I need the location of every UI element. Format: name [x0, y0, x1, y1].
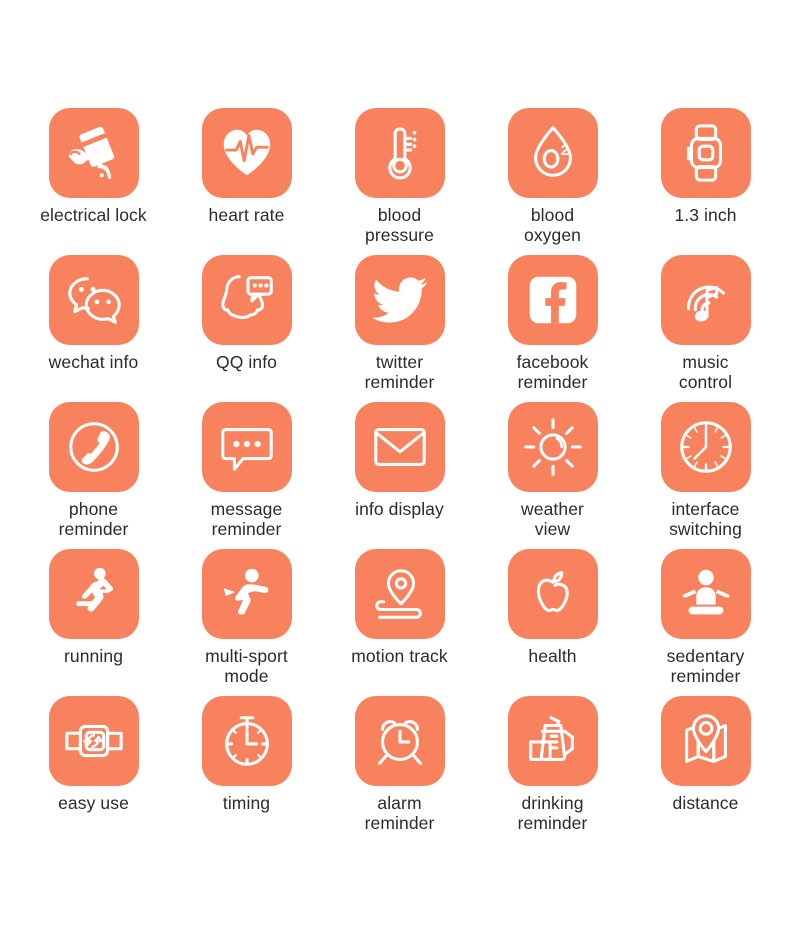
feature-item-info-display: info display	[323, 402, 476, 549]
feature-item-heart-rate: heart rate	[170, 108, 323, 255]
feature-label: sedentary reminder	[666, 646, 745, 687]
feature-item-sedentary-reminder: sedentary reminder	[629, 549, 782, 696]
clock-face-icon	[660, 402, 751, 492]
feature-row: easy use timing alarm reminder drinking …	[0, 696, 800, 843]
feature-item-screen-size: 1.3 inch	[629, 108, 782, 255]
feature-item-message-reminder: message reminder	[170, 402, 323, 549]
feature-label: wechat info	[48, 352, 139, 372]
qq-penguin-icon	[201, 255, 292, 345]
feature-label: facebook reminder	[516, 352, 589, 393]
feature-item-phone-reminder: phone reminder	[17, 402, 170, 549]
feature-row: running multi-sport mode motion track he…	[0, 549, 800, 696]
phone-handset-circle-icon	[48, 402, 139, 492]
feature-label: heart rate	[208, 205, 285, 225]
feature-item-electrical-lock: electrical lock	[17, 108, 170, 255]
water-kettle-icon	[507, 696, 598, 786]
feature-item-facebook-reminder: facebook reminder	[476, 255, 629, 402]
feature-label: music control	[678, 352, 733, 393]
feature-item-music-control: music control	[629, 255, 782, 402]
wechat-icon	[48, 255, 139, 345]
feature-item-motion-track: motion track	[323, 549, 476, 696]
heart-pulse-icon	[201, 108, 292, 198]
feature-label: multi-sport mode	[205, 646, 288, 687]
feature-label: running	[63, 646, 124, 666]
feature-item-interface-switching: interface switching	[629, 402, 782, 549]
feature-label: blood oxygen	[523, 205, 582, 246]
facebook-icon	[507, 255, 598, 345]
feature-item-easy-use: easy use	[17, 696, 170, 843]
music-note-waves-icon	[660, 255, 751, 345]
feature-item-qq-info: QQ info	[170, 255, 323, 402]
feature-item-alarm-reminder: alarm reminder	[323, 696, 476, 843]
feature-label: QQ info	[215, 352, 277, 372]
feature-item-blood-oxygen: 2 blood oxygen	[476, 108, 629, 255]
map-pin-track-icon	[354, 549, 445, 639]
feature-item-weather-view: weather view	[476, 402, 629, 549]
card-swipe-nfc-icon	[48, 108, 139, 198]
feature-grid-rows: electrical lock heart rate blood pressur…	[0, 108, 800, 843]
feature-row: wechat info QQ info twitter reminder fac…	[0, 255, 800, 402]
feature-label: drinking reminder	[517, 793, 588, 834]
feature-label: interface switching	[669, 499, 742, 540]
feature-item-multi-sport-mode: multi-sport mode	[170, 549, 323, 696]
thermometer-icon	[354, 108, 445, 198]
blood-drop-o2-icon: 2	[507, 108, 598, 198]
stopwatch-icon	[201, 696, 292, 786]
feature-label: health	[528, 646, 577, 666]
feature-item-running: running	[17, 549, 170, 696]
feature-label: 1.3 inch	[674, 205, 737, 225]
feature-grid: electrical lock heart rate blood pressur…	[0, 0, 800, 939]
sun-icon	[507, 402, 598, 492]
envelope-icon	[354, 402, 445, 492]
running-person-icon	[48, 549, 139, 639]
feature-item-wechat-info: wechat info	[17, 255, 170, 402]
speech-bubble-dots-icon	[201, 402, 292, 492]
feature-item-blood-pressure: blood pressure	[323, 108, 476, 255]
feature-item-twitter-reminder: twitter reminder	[323, 255, 476, 402]
feature-label: motion track	[351, 646, 448, 666]
feature-item-health: health	[476, 549, 629, 696]
feature-item-timing: timing	[170, 696, 323, 843]
seated-person-icon	[660, 549, 751, 639]
feature-label: phone reminder	[58, 499, 129, 540]
feature-label: easy use	[58, 793, 129, 813]
feature-label: timing	[222, 793, 271, 813]
feature-label: message reminder	[210, 499, 283, 540]
feature-label: twitter reminder	[364, 352, 435, 393]
feature-label: alarm reminder	[364, 793, 435, 834]
feature-label: weather view	[521, 499, 584, 540]
feature-row: electrical lock heart rate blood pressur…	[0, 108, 800, 255]
feature-label: electrical lock	[40, 205, 147, 225]
feature-label: info display	[355, 499, 444, 519]
feature-label: distance	[672, 793, 739, 813]
smartwatch-icon	[660, 108, 751, 198]
feature-item-drinking-reminder: drinking reminder	[476, 696, 629, 843]
map-location-pin-icon	[660, 696, 751, 786]
watch-band-icon	[48, 696, 139, 786]
sport-person-icon	[201, 549, 292, 639]
feature-row: phone reminder message reminder info dis…	[0, 402, 800, 549]
feature-item-distance: distance	[629, 696, 782, 843]
svg-text:2: 2	[560, 143, 568, 159]
feature-label: blood pressure	[365, 205, 434, 246]
twitter-bird-icon	[354, 255, 445, 345]
apple-icon	[507, 549, 598, 639]
alarm-clock-icon	[354, 696, 445, 786]
